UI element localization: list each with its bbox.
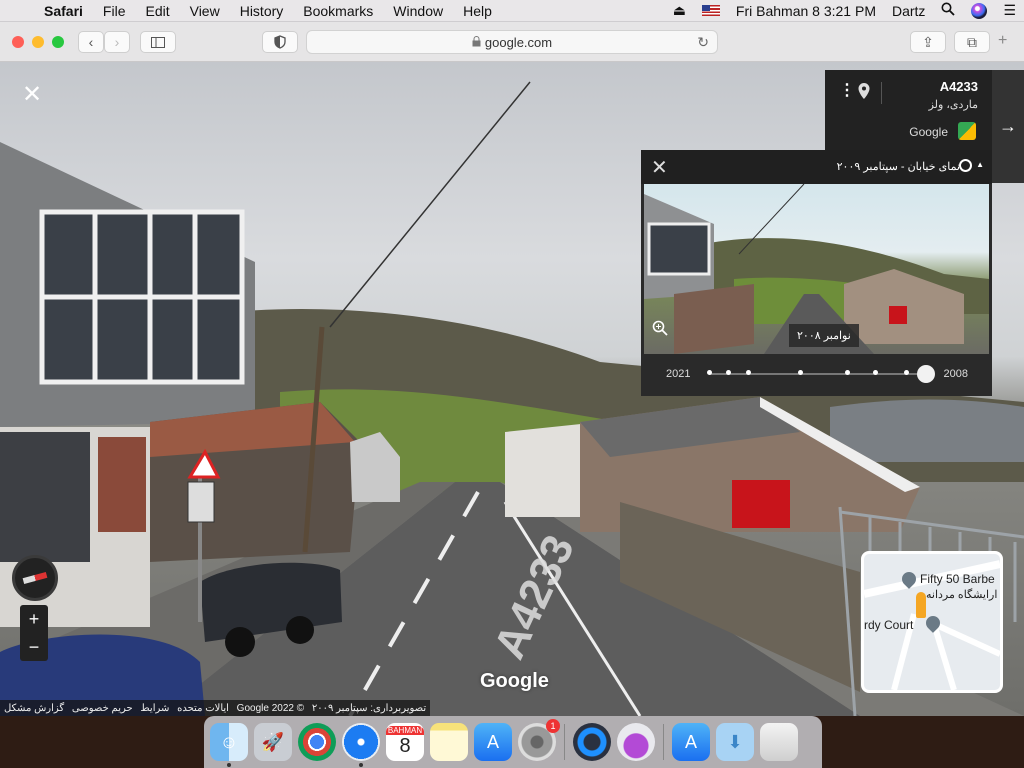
control-center-icon[interactable]: ☰ [995, 2, 1024, 19]
time-travel-header: ✕ نمای خیابان - سپتامبر ۲۰۰۹ ▲ [641, 150, 992, 184]
browser-toolbar: ‹ › google.com ↻ ⇪ ⧉ + [0, 22, 1024, 62]
timeline-date-dot[interactable] [745, 370, 751, 375]
timeline-track[interactable] [709, 373, 925, 375]
close-street-view-icon[interactable]: ✕ [22, 80, 42, 109]
new-tab-icon[interactable]: + [998, 32, 1007, 50]
time-travel-title: نمای خیابان - سپتامبر ۲۰۰۹ [836, 161, 960, 173]
reload-icon[interactable]: ↻ [697, 34, 709, 51]
trash-icon[interactable] [760, 723, 798, 761]
address-bar[interactable]: google.com ↻ [306, 30, 718, 54]
menu-history[interactable]: History [230, 3, 294, 19]
safari-icon[interactable] [342, 723, 380, 767]
footer-region[interactable]: ایالات متحده [177, 703, 229, 714]
chrome-icon[interactable] [298, 723, 336, 761]
system-preferences-icon[interactable]: 1 [518, 719, 560, 761]
zoom-window-button[interactable] [52, 36, 64, 48]
zoom-out-button[interactable]: − [20, 633, 48, 661]
timeline-start-year: 2021 [666, 368, 691, 380]
timeline-date-dot[interactable] [707, 370, 712, 375]
dock: ☺ 🚀 BAHMAN 8 A 1 A ⬇ [204, 716, 822, 768]
caret-up-icon[interactable]: ▲ [976, 160, 984, 169]
minimap-place-barber-fa: ارایشگاه مردانه [926, 589, 998, 601]
running-indicator [359, 763, 363, 767]
menu-edit[interactable]: Edit [135, 3, 179, 19]
menu-bar: Safari File Edit View History Bookmarks … [0, 0, 1024, 22]
zoom-controls: + − [20, 605, 48, 661]
eject-icon[interactable]: ⏏ [665, 2, 694, 19]
close-window-button[interactable] [12, 36, 24, 48]
zoom-in-button[interactable]: + [20, 605, 48, 633]
menu-view[interactable]: View [180, 3, 230, 19]
timeline-date-dot[interactable] [797, 370, 803, 375]
input-source-flag-icon[interactable] [701, 5, 720, 16]
menu-bookmarks[interactable]: Bookmarks [293, 3, 383, 19]
notification-badge: 1 [546, 719, 560, 733]
quicktime-icon[interactable] [573, 723, 611, 761]
launchpad-icon[interactable]: 🚀 [254, 723, 292, 761]
window-controls [12, 36, 64, 48]
menu-help[interactable]: Help [453, 3, 502, 19]
app-store-icon[interactable]: A [474, 723, 512, 761]
menu-file[interactable]: File [93, 3, 136, 19]
user-name[interactable]: Dartz [884, 3, 933, 19]
google-logo: Google [480, 670, 549, 692]
footer-privacy[interactable]: حریم خصوصی [72, 703, 133, 714]
calendar-month: BAHMAN [386, 726, 424, 735]
sidebar-toggle-icon[interactable] [140, 31, 176, 53]
expand-arrow-icon[interactable]: → [992, 70, 1024, 183]
capture-date-badge: نوامبر ۲۰۰۸ [789, 324, 859, 347]
google-maps-icon[interactable] [958, 122, 976, 140]
timeline-handle[interactable] [917, 365, 935, 383]
compass-icon[interactable] [12, 555, 58, 601]
clock[interactable]: Fri Bahman 8 3:21 PM [728, 3, 884, 19]
location-info-card: ⋮ A4233 ماردی، ولز Google [825, 70, 992, 152]
running-indicator [227, 763, 231, 767]
minimap-place-court: rdy Court [864, 618, 914, 632]
notes-icon[interactable] [430, 723, 468, 761]
more-options-icon[interactable]: ⋮ [839, 80, 855, 100]
pegman-icon[interactable] [916, 592, 926, 618]
screenshot-tool-icon[interactable] [617, 723, 655, 761]
minimap-place-barber: Fifty 50 Barbe [920, 572, 995, 586]
downloads-folder-icon[interactable]: ⬇ [716, 723, 754, 761]
minimize-window-button[interactable] [32, 36, 44, 48]
footer-report[interactable]: گزارش مشکل [4, 703, 64, 714]
location-subtitle: ماردی، ولز [928, 99, 978, 111]
lock-icon [472, 35, 481, 50]
timeline-end-year: 2008 [943, 368, 968, 380]
finder-icon[interactable]: ☺ [210, 723, 248, 767]
dock-separator [663, 724, 664, 760]
forward-button[interactable]: › [104, 31, 130, 53]
road-title: A4233 [939, 79, 978, 94]
menu-app-name[interactable]: Safari [34, 3, 93, 19]
siri-icon[interactable] [971, 2, 988, 19]
footer-imagery-date: تصویربرداری: سپتامبر ۲۰۰۹ [311, 702, 427, 714]
timeline-date-dot[interactable] [903, 370, 909, 375]
google-maps-link[interactable]: Google [909, 125, 948, 139]
timeline-slider[interactable]: 2021 2008 [641, 356, 992, 396]
tabs-overview-icon[interactable]: ⧉ [954, 31, 990, 53]
time-travel-panel: ✕ نمای خیابان - سپتامبر ۲۰۰۹ ▲ نوامبر ۲۰… [641, 150, 992, 396]
attribution-footer: تصویربرداری: سپتامبر ۲۰۰۹ © 2022 Google … [0, 700, 430, 716]
dock-separator [564, 724, 565, 760]
spotlight-search-icon[interactable] [933, 2, 963, 19]
back-button[interactable]: ‹ [78, 31, 104, 53]
historical-preview-image[interactable]: نوامبر ۲۰۰۸ [644, 184, 989, 354]
app-store-folder-icon[interactable]: A [672, 723, 710, 761]
share-icon[interactable]: ⇪ [910, 31, 946, 53]
divider [881, 82, 882, 104]
url-text: google.com [484, 34, 553, 50]
menu-window[interactable]: Window [383, 3, 453, 19]
close-panel-icon[interactable]: ✕ [651, 155, 668, 180]
privacy-shield-icon[interactable] [262, 31, 298, 53]
footer-terms[interactable]: شرایط [140, 703, 169, 714]
zoom-preview-icon[interactable] [652, 320, 676, 344]
footer-copyright: © 2022 Google [236, 702, 305, 714]
calendar-icon[interactable]: BAHMAN 8 [386, 723, 424, 761]
minimap[interactable]: Fifty 50 Barbe ارایشگاه مردانه rdy Court [861, 551, 1003, 693]
calendar-day: 8 [399, 735, 411, 757]
map-pin-icon[interactable] [857, 82, 871, 100]
history-clock-icon[interactable] [959, 159, 972, 172]
